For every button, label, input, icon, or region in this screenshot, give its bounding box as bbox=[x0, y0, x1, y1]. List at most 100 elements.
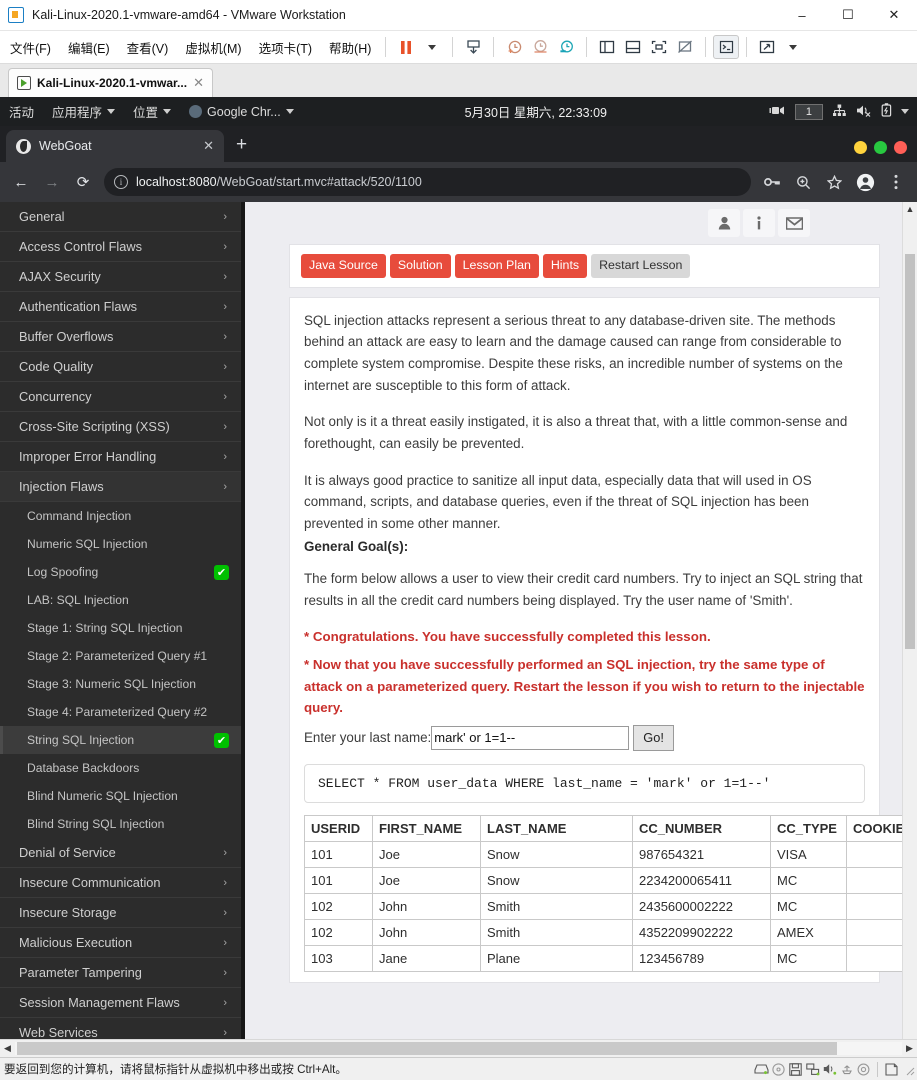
close-button[interactable]: ✕ bbox=[871, 0, 917, 31]
resize-grip-icon[interactable] bbox=[900, 1062, 917, 1077]
sidebar-lesson-stage-4[interactable]: Stage 4: Parameterized Query #2 bbox=[0, 698, 241, 726]
sidebar-item-code-quality[interactable]: Code Quality › bbox=[0, 352, 241, 382]
sidebar-lesson-blind-string[interactable]: Blind String SQL Injection bbox=[0, 810, 241, 838]
restart-lesson-button[interactable]: Restart Lesson bbox=[591, 254, 691, 278]
snapshot-manager-icon[interactable] bbox=[553, 35, 579, 59]
fullscreen-caret-icon[interactable] bbox=[780, 35, 806, 59]
key-icon[interactable] bbox=[758, 168, 786, 196]
forward-icon[interactable]: → bbox=[38, 168, 66, 196]
cdrom-icon[interactable] bbox=[770, 1062, 787, 1077]
browser-tab-close-icon[interactable]: ✕ bbox=[203, 138, 214, 154]
sidebar-lesson-log-spoofing[interactable]: Log Spoofing ✔ bbox=[0, 558, 241, 586]
sidebar-item-insecure-communication[interactable]: Insecure Communication › bbox=[0, 868, 241, 898]
show-sidebar-icon[interactable] bbox=[594, 35, 620, 59]
display-icon[interactable] bbox=[883, 1062, 900, 1077]
menu-file[interactable]: 文件(F) bbox=[3, 34, 58, 61]
send-ctrl-alt-del-icon[interactable] bbox=[460, 35, 486, 59]
mail-icon[interactable] bbox=[778, 209, 810, 237]
menu-edit[interactable]: 编辑(E) bbox=[61, 34, 117, 61]
sidebar-item-concurrency[interactable]: Concurrency › bbox=[0, 382, 241, 412]
sound-icon[interactable] bbox=[821, 1062, 838, 1077]
snapshot-revert-icon[interactable] bbox=[527, 35, 553, 59]
site-info-icon[interactable]: i bbox=[114, 175, 128, 189]
lesson-plan-button[interactable]: Lesson Plan bbox=[454, 254, 539, 278]
scroll-left-arrow-icon[interactable]: ◀ bbox=[0, 1043, 15, 1054]
usb-icon[interactable] bbox=[838, 1062, 855, 1077]
page-vertical-scrollbar[interactable]: ▲ bbox=[902, 202, 917, 1039]
sidebar-lesson-string-sql-injection[interactable]: String SQL Injection ✔ bbox=[0, 726, 241, 754]
last-name-input[interactable] bbox=[431, 725, 630, 750]
volume-muted-icon[interactable] bbox=[856, 104, 872, 120]
info-icon[interactable] bbox=[743, 209, 775, 237]
sidebar-lesson-stage-1[interactable]: Stage 1: String SQL Injection bbox=[0, 614, 241, 642]
zoom-icon[interactable] bbox=[789, 168, 817, 196]
browser-tab-webgoat[interactable]: WebGoat ✕ bbox=[6, 130, 224, 162]
vertical-scrollbar-thumb[interactable] bbox=[905, 254, 915, 649]
scroll-up-arrow-icon[interactable]: ▲ bbox=[903, 204, 917, 214]
gnome-current-app[interactable]: Google Chr... bbox=[180, 105, 303, 119]
menu-help[interactable]: 帮助(H) bbox=[322, 34, 378, 61]
workspace-indicator[interactable]: 1 bbox=[794, 103, 823, 120]
java-source-button[interactable]: Java Source bbox=[301, 254, 386, 278]
more-menu-icon[interactable] bbox=[882, 168, 910, 196]
sidebar-item-session-management-flaws[interactable]: Session Management Flaws › bbox=[0, 988, 241, 1018]
network-icon[interactable] bbox=[804, 1062, 821, 1077]
gnome-activities-button[interactable]: 活动 bbox=[0, 102, 43, 121]
scroll-right-arrow-icon[interactable]: ▶ bbox=[902, 1043, 917, 1054]
sidebar-item-xss[interactable]: Cross-Site Scripting (XSS) › bbox=[0, 412, 241, 442]
menu-tabs[interactable]: 选项卡(T) bbox=[252, 34, 319, 61]
horizontal-scrollbar-thumb[interactable] bbox=[17, 1042, 837, 1055]
system-menu-caret-icon[interactable] bbox=[901, 109, 909, 114]
printer-icon[interactable] bbox=[855, 1062, 872, 1077]
vm-tab-kali[interactable]: Kali-Linux-2020.1-vmwar... ✕ bbox=[8, 68, 213, 97]
sidebar-item-general[interactable]: General › bbox=[0, 202, 241, 232]
pause-icon[interactable] bbox=[393, 35, 419, 59]
bookmark-star-icon[interactable] bbox=[820, 168, 848, 196]
sidebar-lesson-numeric-sql-injection[interactable]: Numeric SQL Injection bbox=[0, 530, 241, 558]
fullscreen-icon[interactable] bbox=[754, 35, 780, 59]
sidebar-lesson-lab-sql-injection[interactable]: LAB: SQL Injection bbox=[0, 586, 241, 614]
sidebar-lesson-database-backdoors[interactable]: Database Backdoors bbox=[0, 754, 241, 782]
maximize-button[interactable]: ☐ bbox=[825, 0, 871, 31]
address-bar[interactable]: i localhost:8080/WebGoat/start.mvc#attac… bbox=[104, 168, 751, 196]
hints-button[interactable]: Hints bbox=[542, 254, 588, 278]
floppy-icon[interactable] bbox=[787, 1062, 804, 1077]
sidebar-item-buffer-overflows[interactable]: Buffer Overflows › bbox=[0, 322, 241, 352]
user-icon[interactable] bbox=[708, 209, 740, 237]
back-icon[interactable]: ← bbox=[7, 168, 35, 196]
sidebar-item-ajax-security[interactable]: AJAX Security › bbox=[0, 262, 241, 292]
fit-window-icon[interactable] bbox=[672, 35, 698, 59]
console-view-icon[interactable] bbox=[713, 35, 740, 59]
sidebar-item-injection-flaws[interactable]: Injection Flaws › bbox=[0, 472, 241, 502]
network-wired-icon[interactable] bbox=[832, 104, 847, 120]
sidebar-lesson-stage-2[interactable]: Stage 2: Parameterized Query #1 bbox=[0, 642, 241, 670]
battery-charging-icon[interactable] bbox=[881, 103, 892, 120]
guest-close-button[interactable] bbox=[894, 141, 907, 154]
sidebar-lesson-stage-3[interactable]: Stage 3: Numeric SQL Injection bbox=[0, 670, 241, 698]
sidebar-item-improper-error-handling[interactable]: Improper Error Handling › bbox=[0, 442, 241, 472]
sidebar-lesson-blind-numeric[interactable]: Blind Numeric SQL Injection bbox=[0, 782, 241, 810]
sidebar-item-insecure-storage[interactable]: Insecure Storage › bbox=[0, 898, 241, 928]
horizontal-scroll-track[interactable] bbox=[15, 1042, 902, 1055]
sidebar-item-web-services[interactable]: Web Services › bbox=[0, 1018, 241, 1039]
sidebar-lesson-command-injection[interactable]: Command Injection bbox=[0, 502, 241, 530]
harddisk-icon[interactable] bbox=[753, 1062, 770, 1077]
gnome-clock[interactable]: 5月30日 星期六, 22:33:09 bbox=[303, 102, 769, 121]
guest-minimize-button[interactable] bbox=[854, 141, 867, 154]
sidebar-item-access-control-flaws[interactable]: Access Control Flaws › bbox=[0, 232, 241, 262]
sidebar-item-authentication-flaws[interactable]: Authentication Flaws › bbox=[0, 292, 241, 322]
gnome-places-menu[interactable]: 位置 bbox=[124, 102, 180, 121]
profile-avatar-icon[interactable] bbox=[851, 168, 879, 196]
minimize-button[interactable]: – bbox=[779, 0, 825, 31]
guest-maximize-button[interactable] bbox=[874, 141, 887, 154]
fit-guest-icon[interactable] bbox=[646, 35, 672, 59]
snapshot-take-icon[interactable] bbox=[501, 35, 527, 59]
screencast-icon[interactable] bbox=[769, 104, 786, 120]
dropdown-caret-icon[interactable] bbox=[419, 35, 445, 59]
go-button[interactable]: Go! bbox=[633, 724, 674, 751]
sidebar-item-parameter-tampering[interactable]: Parameter Tampering › bbox=[0, 958, 241, 988]
solution-button[interactable]: Solution bbox=[389, 254, 451, 278]
sidebar-item-malicious-execution[interactable]: Malicious Execution › bbox=[0, 928, 241, 958]
guest-horizontal-scrollbar[interactable]: ◀ ▶ bbox=[0, 1039, 917, 1057]
vm-tab-close-icon[interactable]: ✕ bbox=[193, 75, 204, 91]
